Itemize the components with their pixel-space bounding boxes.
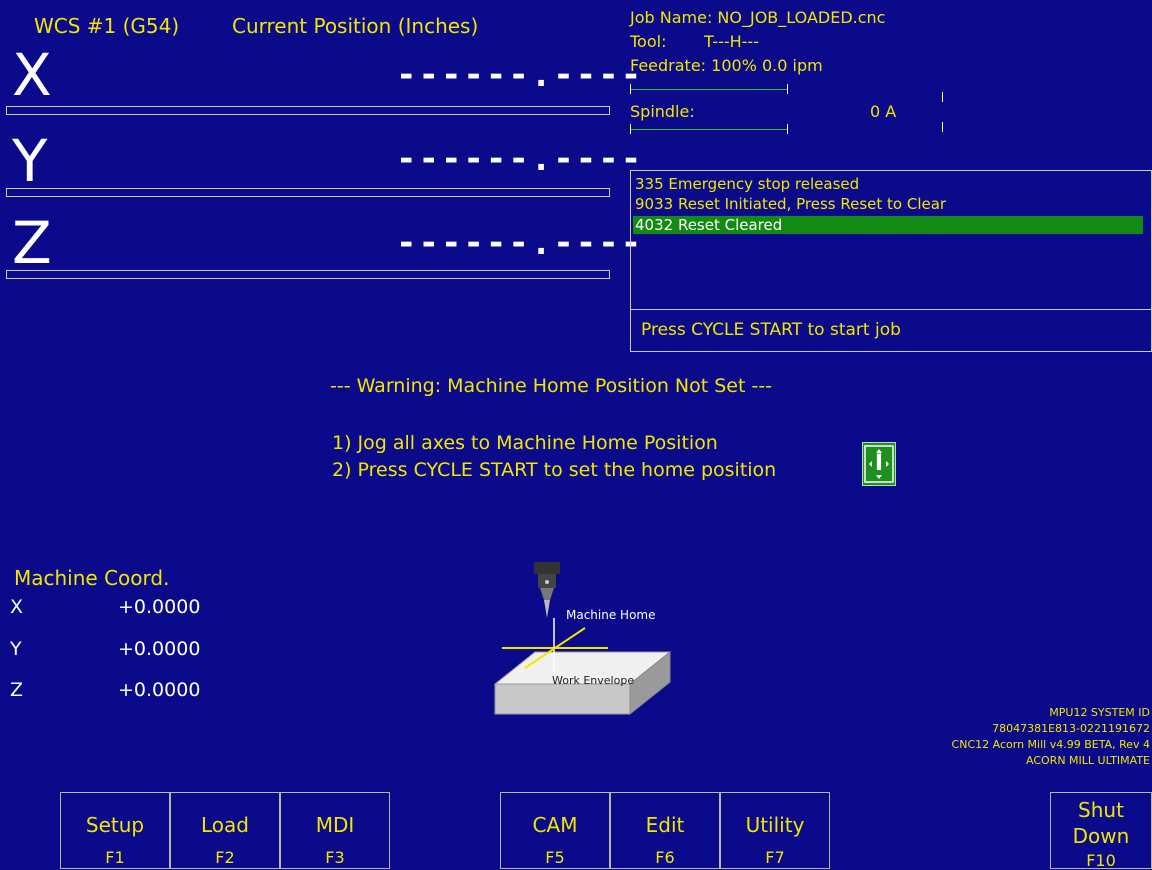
system-id-value: 78047381E813-0221191672	[992, 722, 1150, 735]
utility-button[interactable]: Utility F7	[720, 792, 830, 869]
message-item-selected[interactable]: 4032 Reset Cleared	[633, 216, 1143, 234]
product-edition: ACORN MILL ULTIMATE	[1026, 754, 1150, 767]
setup-button[interactable]: Setup F1	[60, 792, 170, 869]
machine-coord-y-value: +0.0000	[118, 638, 201, 660]
utility-button-key: F7	[765, 848, 785, 867]
job-name: Job Name: NO_JOB_LOADED.cnc	[630, 8, 886, 27]
wcs-label: WCS #1 (G54)	[34, 14, 180, 38]
spindle-scale-tick	[942, 92, 943, 102]
spindle-indicator	[630, 120, 790, 136]
feedrate-indicator	[630, 80, 790, 96]
feedrate-readout: Feedrate: 100% 0.0 ipm	[630, 56, 823, 75]
setup-button-key: F1	[105, 848, 125, 867]
cam-button[interactable]: CAM F5	[500, 792, 610, 869]
position-units-label: Current Position (Inches)	[232, 14, 479, 38]
load-button[interactable]: Load F2	[170, 792, 280, 869]
tool-value: T---H---	[704, 32, 759, 51]
cam-button-key: F5	[545, 848, 565, 867]
spindle-label: Spindle:	[630, 102, 695, 121]
machine-home-label: Machine Home	[566, 608, 656, 622]
machine-home-diagram: Machine Home Work Envelope	[490, 560, 680, 720]
mdi-button[interactable]: MDI F3	[280, 792, 390, 869]
dro-axis-y-letter: Y	[12, 127, 48, 195]
message-item[interactable]: 9033 Reset Initiated, Press Reset to Cle…	[635, 195, 946, 213]
cycle-start-icon-glyph: I	[874, 451, 884, 476]
machine-coord-x-letter: X	[10, 596, 24, 618]
mdi-button-label: MDI	[315, 813, 355, 837]
shutdown-label-line1: Shut	[1078, 798, 1124, 822]
utility-button-label: Utility	[745, 813, 805, 837]
machine-coord-title: Machine Coord.	[14, 566, 170, 590]
dro-axis-x-letter: X	[12, 41, 52, 109]
setup-button-label: Setup	[85, 813, 145, 837]
edit-button-key: F6	[655, 848, 675, 867]
shutdown-button-key: F10	[1086, 851, 1116, 870]
system-id-title: MPU12 SYSTEM ID	[1049, 706, 1150, 719]
machine-coord-z-letter: Z	[10, 679, 24, 701]
software-version: CNC12 Acorn Mill v4.99 BETA, Rev 4	[951, 738, 1150, 751]
edit-button-label: Edit	[645, 813, 685, 837]
shutdown-label-line2: Down	[1072, 824, 1130, 848]
message-log[interactable]: 335 Emergency stop released 9033 Reset I…	[630, 170, 1152, 310]
status-message: Press CYCLE START to start job	[641, 320, 901, 340]
work-envelope-label: Work Envelope	[552, 674, 635, 687]
home-step-1: 1) Jog all axes to Machine Home Position	[332, 432, 718, 454]
machine-coord-y-letter: Y	[10, 638, 22, 660]
dro-axis-z-bar	[6, 270, 610, 279]
dro-axis-x-value: ------.----	[396, 55, 644, 95]
machine-coord-z-value: +0.0000	[118, 679, 201, 701]
dro-axis-y-bar	[6, 188, 610, 197]
load-button-label: Load	[201, 813, 249, 837]
spindle-value: 0 A	[870, 102, 897, 121]
cam-button-label: CAM	[532, 813, 578, 837]
mdi-button-key: F3	[325, 848, 345, 867]
home-step-2: 2) Press CYCLE START to set the home pos…	[332, 459, 777, 481]
dro-axis-y-value: ------.----	[396, 139, 644, 179]
shutdown-button-label: Shut Down	[1051, 797, 1151, 849]
shutdown-button[interactable]: Shut Down F10	[1050, 792, 1152, 870]
edit-button[interactable]: Edit F6	[610, 792, 720, 869]
home-warning-title: --- Warning: Machine Home Position Not S…	[330, 375, 773, 397]
status-panel: Press CYCLE START to start job	[630, 309, 1152, 352]
load-button-key: F2	[215, 848, 235, 867]
tool-label: Tool:	[630, 32, 667, 51]
dro-axis-z-value: ------.----	[396, 223, 644, 263]
dro-axis-x-bar	[6, 106, 610, 115]
message-item[interactable]: 335 Emergency stop released	[635, 175, 859, 193]
spindle-scale-tick	[942, 122, 943, 132]
cycle-start-icon: I	[862, 442, 896, 486]
machine-coord-x-value: +0.0000	[118, 596, 201, 618]
dro-axis-z-letter: Z	[12, 209, 52, 277]
